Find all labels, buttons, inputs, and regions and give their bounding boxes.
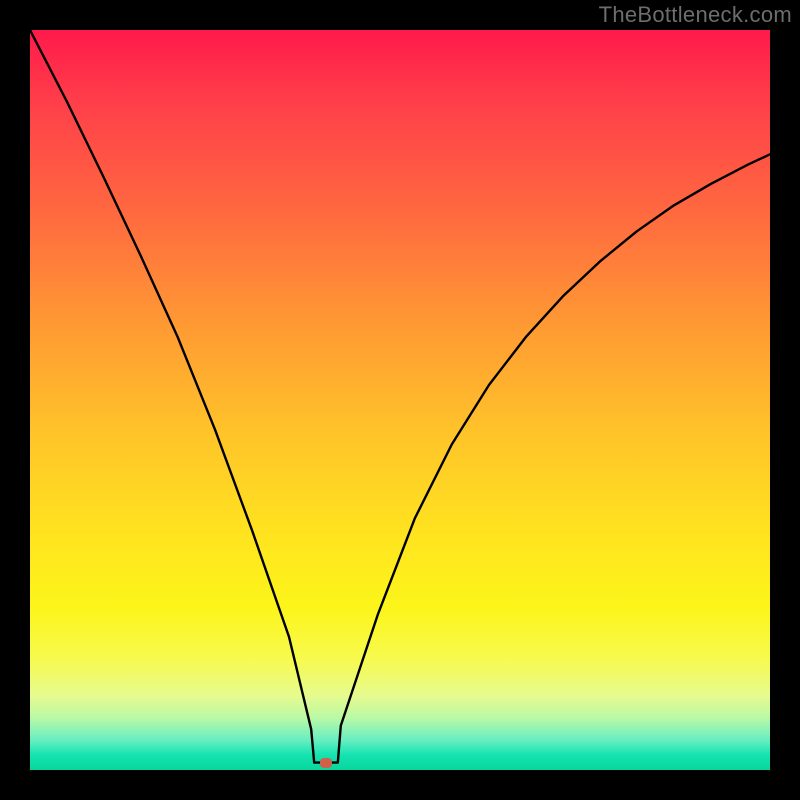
chart-frame: TheBottleneck.com bbox=[0, 0, 800, 800]
bottleneck-curve bbox=[30, 30, 770, 770]
curve-path bbox=[30, 30, 770, 763]
watermark-text: TheBottleneck.com bbox=[599, 2, 792, 28]
plot-area bbox=[30, 30, 770, 770]
optimal-point-marker bbox=[320, 758, 332, 768]
